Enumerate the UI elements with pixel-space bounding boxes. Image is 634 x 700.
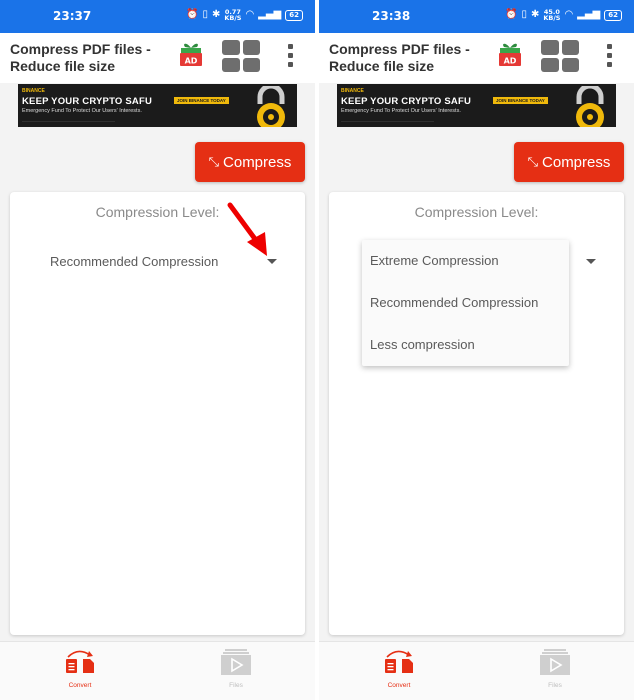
banner-cta[interactable]: JOIN BINANCE TODAY — [174, 97, 229, 104]
option-less-compression[interactable]: Less compression — [362, 324, 569, 366]
net-speed: 0.77 KB/S — [224, 8, 242, 22]
overflow-menu-icon[interactable] — [605, 44, 613, 67]
bluetooth-icon: ✱ — [531, 9, 540, 20]
nav-convert-label: Convert — [68, 682, 92, 689]
status-bar: 23:37 ⏰ ▯ ✱ 0.77 KB/S ◠ ▂▄▆ 62 — [0, 0, 315, 33]
signal-icon: ▂▄▆ — [577, 9, 601, 20]
padlock-icon — [576, 86, 604, 127]
wifi-icon: ◠ — [245, 9, 255, 20]
files-play-icon — [221, 649, 251, 675]
signal-icon: ▂▄▆ — [258, 9, 282, 20]
option-recommended-compression[interactable]: Recommended Compression — [362, 282, 569, 324]
apps-grid-icon[interactable] — [541, 40, 579, 72]
battery-indicator: 62 — [285, 9, 303, 21]
files-play-icon — [540, 649, 570, 675]
banner-headline: KEEP YOUR CRYPTO SAFU — [341, 96, 472, 107]
battery-indicator: 62 — [604, 9, 622, 21]
phone-screen-before: 23:37 ⏰ ▯ ✱ 0.77 KB/S ◠ ▂▄▆ 62 Compress P… — [0, 0, 315, 700]
banner-subtext: Emergency Fund To Protect Our Users' Int… — [22, 108, 142, 114]
dropdown-caret-icon[interactable] — [586, 259, 596, 264]
status-icons: ⏰ ▯ ✱ 0.77 KB/S ◠ ▂▄▆ 62 — [186, 9, 303, 21]
vibrate-icon: ▯ — [202, 9, 208, 20]
nav-convert-tab[interactable]: Convert — [58, 648, 102, 689]
nav-files-label: Files — [548, 682, 562, 689]
phone-screen-after: 23:38 ⏰ ▯ ✱ 45.0 KB/S ◠ ▂▄▆ 62 Compress P… — [319, 0, 634, 700]
banner-brand: BINANCE — [341, 88, 364, 94]
alarm-icon: ⏰ — [505, 9, 518, 20]
svg-text:AD: AD — [185, 57, 198, 66]
banner-brand: BINANCE — [22, 88, 45, 94]
app-title: Compress PDF files - Reduce file size — [10, 41, 151, 74]
padlock-icon — [257, 86, 285, 127]
bluetooth-icon: ✱ — [212, 9, 221, 20]
svg-text:AD: AD — [504, 57, 517, 66]
nav-files-tab[interactable]: Files — [218, 648, 254, 689]
nav-convert-label: Convert — [387, 682, 411, 689]
banner-headline: KEEP YOUR CRYPTO SAFU — [22, 96, 153, 107]
app-bar: Compress PDF files - Reduce file size — [0, 33, 315, 83]
nav-files-label: Files — [229, 682, 243, 689]
banner-cta[interactable]: JOIN BINANCE TODAY — [493, 97, 548, 104]
apps-grid-icon[interactable] — [222, 40, 260, 72]
banner-subtext: Emergency Fund To Protect Our Users' Int… — [341, 108, 461, 114]
status-icons: ⏰ ▯ ✱ 45.0 KB/S ◠ ▂▄▆ 62 — [505, 9, 622, 21]
compression-select-value[interactable]: Recommended Compression — [50, 254, 218, 269]
status-time: 23:37 — [53, 9, 92, 23]
banner-fineprint: ——————————————————————————————— — [22, 119, 115, 123]
compress-arrows-icon: ⤡ — [527, 154, 539, 169]
nav-convert-tab[interactable]: Convert — [377, 648, 421, 689]
convert-icon — [66, 650, 94, 673]
ad-banner[interactable]: BINANCE KEEP YOUR CRYPTO SAFU JOIN BINAN… — [337, 84, 616, 127]
gift-ad-icon[interactable]: AD — [497, 40, 523, 68]
overflow-menu-icon[interactable] — [286, 44, 294, 67]
option-extreme-compression[interactable]: Extreme Compression — [362, 240, 569, 282]
bottom-navigation: Convert Files — [0, 641, 315, 700]
status-time: 23:38 — [372, 9, 411, 23]
app-bar: Compress PDF files - Reduce file size — [319, 33, 634, 83]
vibrate-icon: ▯ — [521, 9, 527, 20]
bottom-navigation: Convert Files — [319, 641, 634, 700]
red-pointer-arrow-icon — [227, 202, 267, 256]
convert-icon — [385, 650, 413, 673]
compress-button[interactable]: ⤡ Compress — [514, 142, 624, 182]
compression-level-label: Compression Level: — [414, 204, 539, 220]
nav-files-tab[interactable]: Files — [537, 648, 573, 689]
ad-banner[interactable]: BINANCE KEEP YOUR CRYPTO SAFU JOIN BINAN… — [18, 84, 297, 127]
compression-dropdown-menu: Extreme Compression Recommended Compress… — [362, 240, 569, 366]
gift-ad-icon[interactable]: AD — [178, 40, 204, 68]
wifi-icon: ◠ — [564, 9, 574, 20]
compress-button-label: Compress — [542, 153, 611, 171]
compress-arrows-icon: ⤡ — [208, 154, 220, 169]
app-title: Compress PDF files - Reduce file size — [329, 41, 470, 74]
status-bar: 23:38 ⏰ ▯ ✱ 45.0 KB/S ◠ ▂▄▆ 62 — [319, 0, 634, 33]
compress-button[interactable]: ⤡ Compress — [195, 142, 305, 182]
comparison-screenshot: 23:37 ⏰ ▯ ✱ 0.77 KB/S ◠ ▂▄▆ 62 Compress P… — [0, 0, 634, 700]
net-speed: 45.0 KB/S — [543, 8, 561, 22]
compress-button-label: Compress — [223, 153, 292, 171]
banner-fineprint: ——————————————————————————————— — [341, 119, 434, 123]
alarm-icon: ⏰ — [186, 9, 199, 20]
